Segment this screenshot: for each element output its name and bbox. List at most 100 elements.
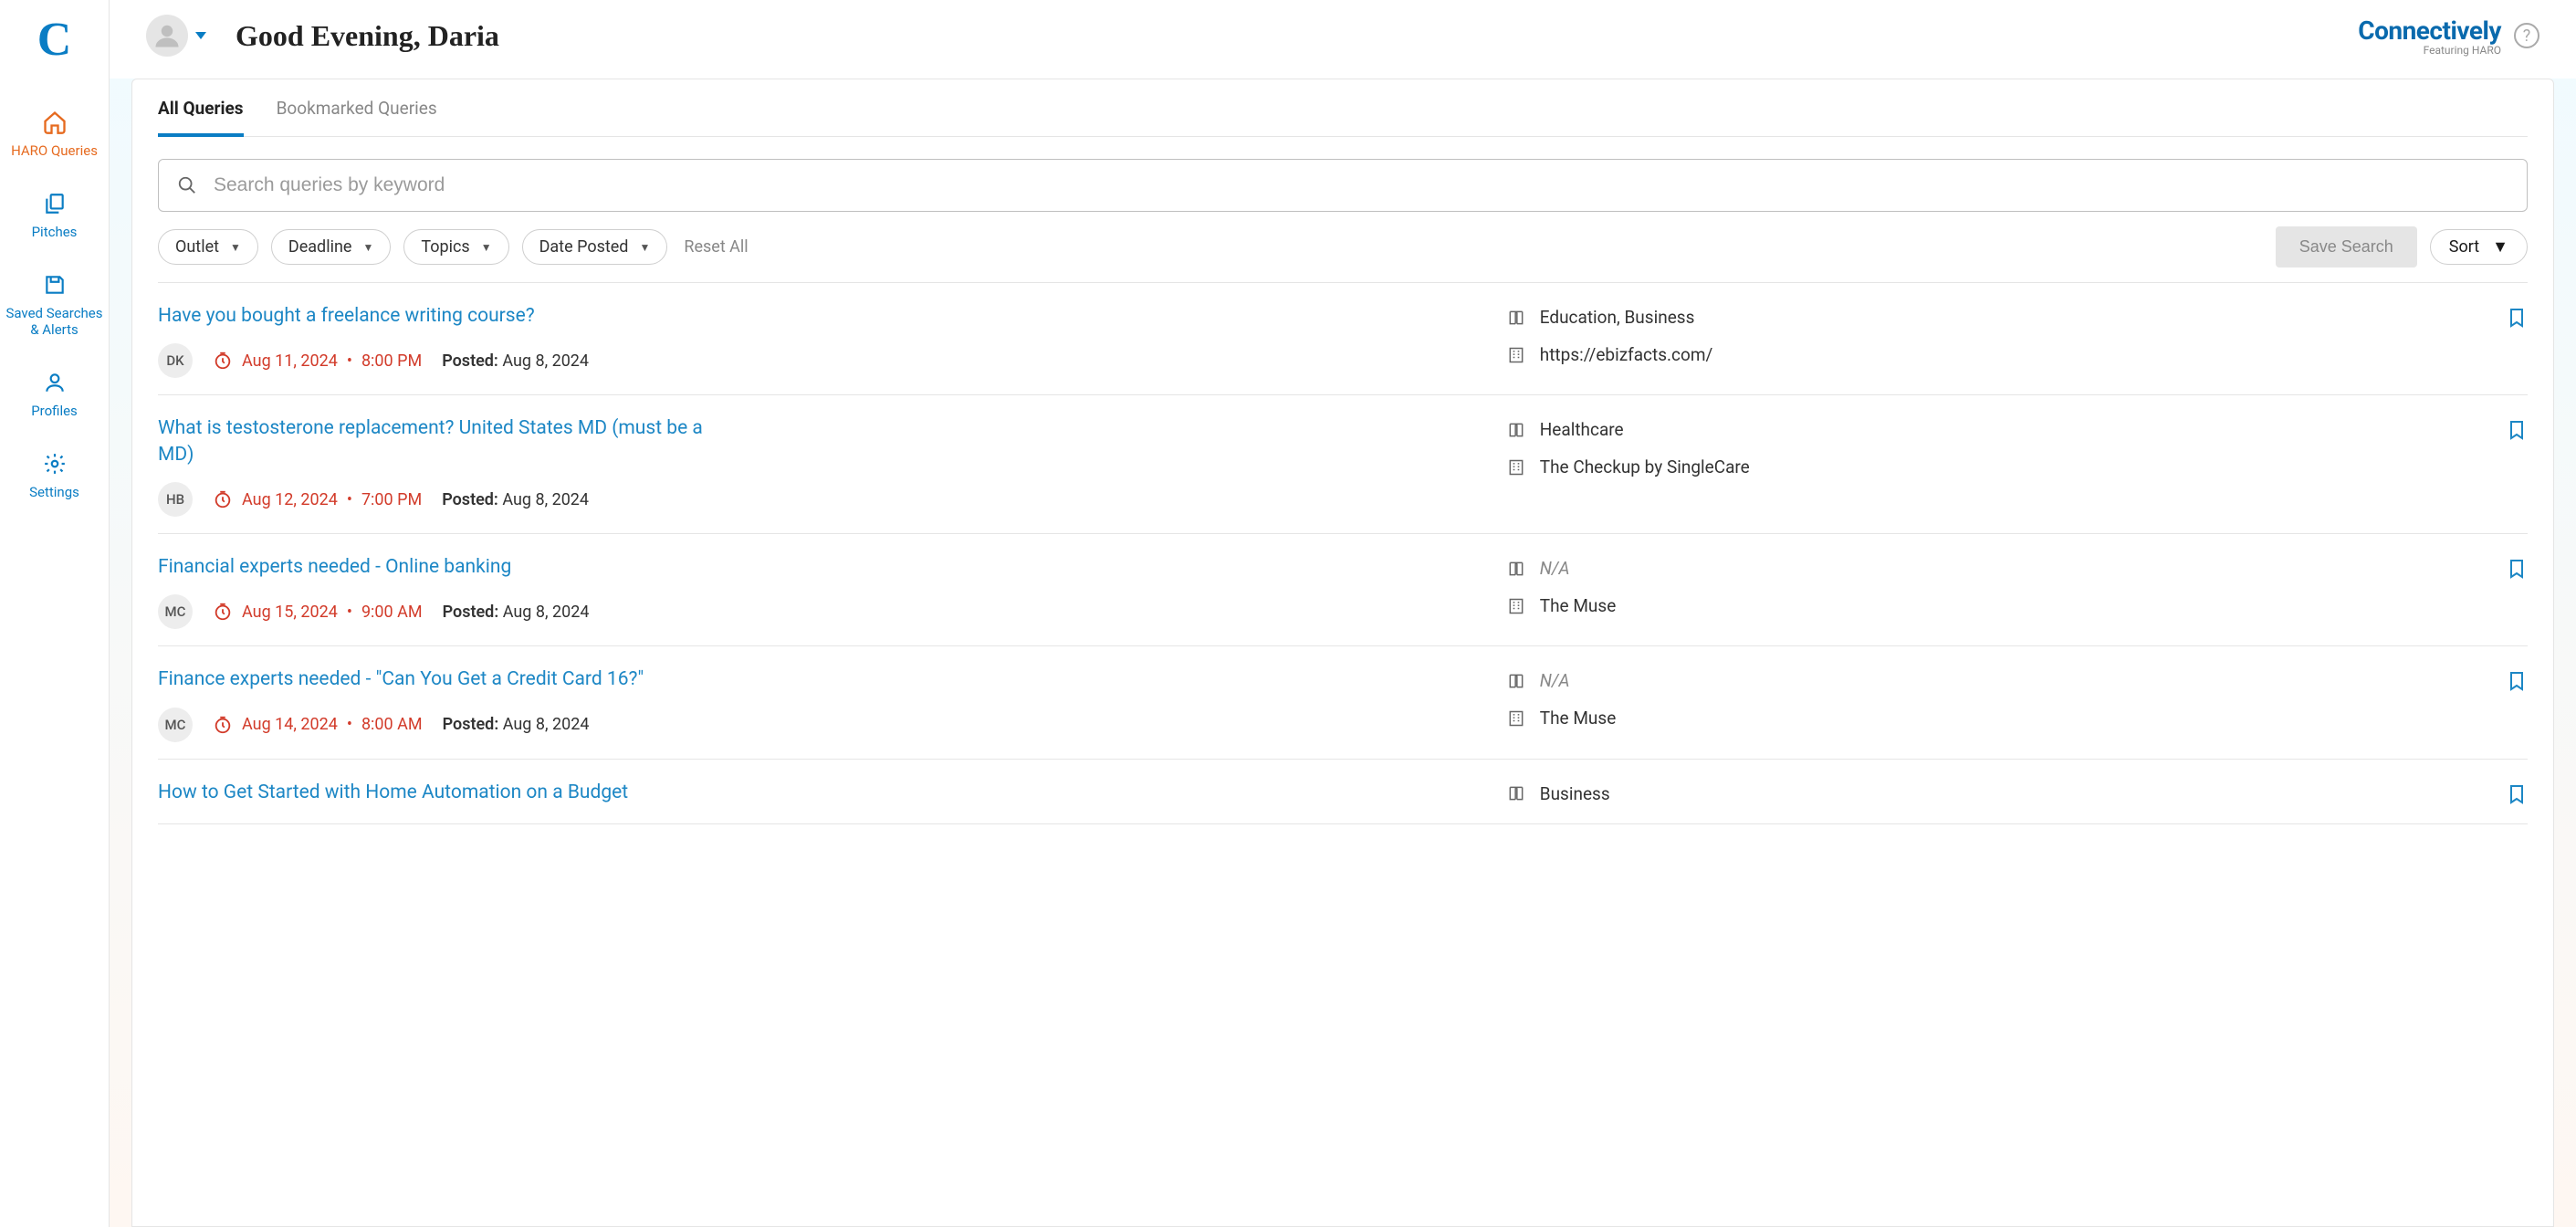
nav-saved-searches[interactable]: Saved Searches & Alerts [0, 270, 109, 340]
deadline: Aug 15, 2024 • 9:00 AM [213, 602, 423, 622]
nav-settings[interactable]: Settings [0, 449, 109, 501]
nav-haro-queries[interactable]: HARO Queries [0, 108, 109, 160]
stopwatch-icon [213, 489, 233, 509]
deadline: Aug 11, 2024 • 8:00 PM [213, 351, 422, 371]
posted: Posted: Aug 8, 2024 [443, 715, 590, 734]
query-row: How to Get Started with Home Automation … [158, 760, 2528, 824]
nav-label: Pitches [32, 224, 78, 241]
bookmark-button[interactable] [2506, 305, 2528, 378]
brand-tagline: Featuring HARO [2358, 44, 2501, 57]
deadline: Aug 12, 2024 • 7:00 PM [213, 489, 422, 509]
posted: Posted: Aug 8, 2024 [442, 351, 589, 371]
bookmark-button[interactable] [2506, 556, 2528, 629]
tab-bookmarked-queries[interactable]: Bookmarked Queries [277, 98, 437, 137]
deadline-date: Aug 14, 2024 [242, 715, 338, 734]
nav-pitches[interactable]: Pitches [0, 189, 109, 241]
query-topics: N/A [1507, 670, 2469, 691]
save-search-button[interactable]: Save Search [2276, 226, 2417, 267]
header: Good Evening, Daria Connectively Featuri… [110, 0, 2576, 79]
author-initials: HB [158, 482, 193, 517]
sidebar: C HARO Queries Pitches Saved Searches & … [0, 0, 110, 1227]
deadline-date: Aug 12, 2024 [242, 490, 338, 509]
deadline-time: 8:00 AM [361, 715, 423, 734]
search-icon [177, 175, 197, 195]
building-icon [1507, 709, 1525, 728]
bookmark-button[interactable] [2506, 417, 2528, 517]
reset-all-button[interactable]: Reset All [684, 237, 748, 257]
filter-topics[interactable]: Topics ▼ [403, 229, 508, 265]
nav-profiles[interactable]: Profiles [0, 368, 109, 420]
search-box[interactable] [158, 159, 2528, 212]
chevron-down-icon: ▼ [639, 241, 650, 254]
chip-label: Deadline [288, 237, 352, 257]
book-icon [1507, 560, 1525, 578]
user-menu[interactable] [146, 15, 206, 57]
query-row: Finance experts needed - "Can You Get a … [158, 646, 2528, 759]
book-icon [1507, 784, 1525, 802]
chevron-down-icon [195, 32, 206, 39]
building-icon [1507, 597, 1525, 615]
query-topics: N/A [1507, 558, 2469, 579]
query-title[interactable]: Finance experts needed - "Can You Get a … [158, 666, 724, 692]
chip-label: Outlet [175, 237, 219, 257]
avatar [146, 15, 188, 57]
filter-deadline[interactable]: Deadline ▼ [271, 229, 391, 265]
content-card: All Queries Bookmarked Queries Outlet ▼ … [131, 79, 2554, 1227]
book-icon [1507, 672, 1525, 690]
person-icon [40, 368, 69, 397]
bookmark-button[interactable] [2506, 668, 2528, 741]
stopwatch-icon [213, 351, 233, 371]
query-row: What is testosterone replacement? United… [158, 395, 2528, 534]
search-input[interactable] [214, 174, 2508, 196]
building-icon [1507, 458, 1525, 477]
brand-logo-letter: C [37, 16, 72, 64]
query-topics: Healthcare [1507, 419, 2469, 440]
query-list: Have you bought a freelance writing cour… [158, 283, 2528, 824]
query-outlet: The Muse [1507, 595, 2469, 616]
author-initials: MC [158, 708, 193, 742]
filter-row: Outlet ▼ Deadline ▼ Topics ▼ Date Posted… [158, 226, 2528, 283]
posted-date: Aug 8, 2024 [502, 490, 589, 509]
query-title[interactable]: How to Get Started with Home Automation … [158, 780, 724, 805]
query-topics: Education, Business [1507, 307, 2469, 328]
deadline-time: 9:00 AM [361, 603, 423, 622]
book-icon [1507, 421, 1525, 439]
nav-label: HARO Queries [11, 142, 98, 160]
query-title[interactable]: What is testosterone replacement? United… [158, 415, 724, 467]
posted-date: Aug 8, 2024 [503, 715, 590, 734]
chevron-down-icon: ▼ [230, 241, 241, 254]
chip-label: Date Posted [539, 237, 629, 257]
posted-date: Aug 8, 2024 [503, 603, 590, 622]
query-title[interactable]: Have you bought a freelance writing cour… [158, 303, 724, 329]
deadline-time: 7:00 PM [361, 490, 422, 509]
chevron-down-icon: ▼ [2492, 237, 2508, 257]
deadline-time: 8:00 PM [361, 351, 422, 371]
help-icon[interactable]: ? [2514, 23, 2539, 48]
nav-label: Saved Searches & Alerts [5, 305, 103, 340]
page-title: Good Evening, Daria [236, 19, 499, 53]
tab-all-queries[interactable]: All Queries [158, 98, 244, 137]
save-icon [40, 270, 69, 299]
building-icon [1507, 346, 1525, 364]
filter-date-posted[interactable]: Date Posted ▼ [522, 229, 668, 265]
query-row: Have you bought a freelance writing cour… [158, 283, 2528, 395]
query-outlet: The Muse [1507, 708, 2469, 729]
query-topics: Business [1507, 783, 2469, 804]
deadline: Aug 14, 2024 • 8:00 AM [213, 715, 423, 735]
query-outlet: The Checkup by SingleCare [1507, 456, 2469, 477]
filter-outlet[interactable]: Outlet ▼ [158, 229, 258, 265]
brand-name: Connectively [2358, 16, 2501, 46]
bookmark-button[interactable] [2506, 781, 2528, 807]
query-outlet: https://ebizfacts.com/ [1507, 344, 2469, 365]
query-title[interactable]: Financial experts needed - Online bankin… [158, 554, 724, 580]
tabs: All Queries Bookmarked Queries [158, 79, 2528, 137]
nav-label: Profiles [31, 403, 78, 420]
home-icon [40, 108, 69, 137]
author-initials: MC [158, 594, 193, 629]
sort-button[interactable]: Sort ▼ [2430, 229, 2528, 265]
deadline-date: Aug 15, 2024 [242, 603, 338, 622]
posted: Posted: Aug 8, 2024 [442, 490, 589, 509]
author-initials: DK [158, 343, 193, 378]
chevron-down-icon: ▼ [362, 241, 373, 254]
copy-icon [40, 189, 69, 218]
